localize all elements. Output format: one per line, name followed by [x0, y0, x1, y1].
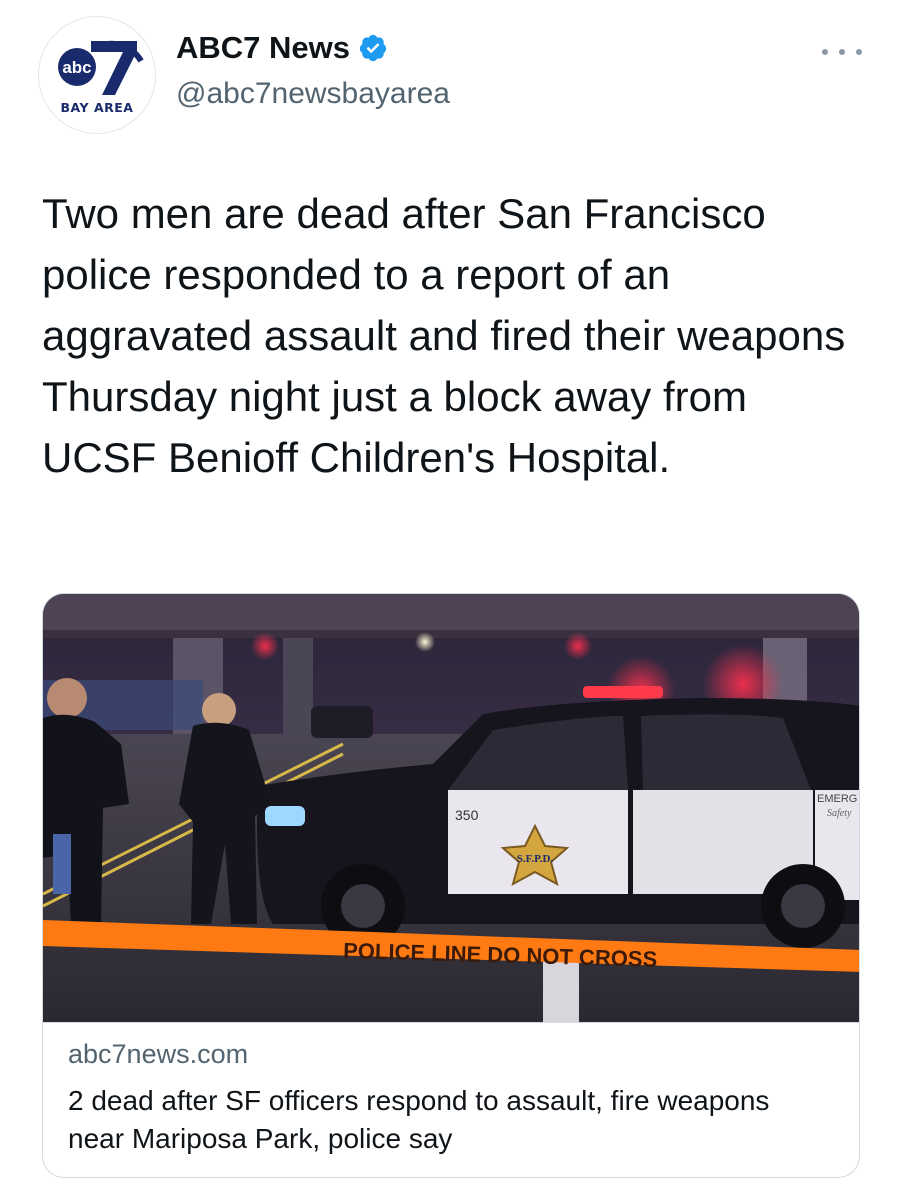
sfpd-badge-text: S.F.P.D. [517, 853, 554, 865]
dot [839, 49, 845, 55]
tweet-text: Two men are dead after San Francisco pol… [42, 190, 846, 481]
tweet: abc BAY AREA ABC7 News @abc7newsbayarea … [0, 0, 902, 1200]
car-door-text: EMERG [817, 793, 857, 805]
display-name[interactable]: ABC7 News [176, 30, 388, 66]
dot [822, 49, 828, 55]
more-options-icon[interactable] [822, 40, 862, 64]
profile-avatar[interactable]: abc BAY AREA [38, 16, 156, 134]
car-door-subtext: Safety [827, 808, 852, 819]
account-handle[interactable]: @abc7newsbayarea [176, 77, 450, 111]
abc7-logo-icon: abc [58, 40, 144, 95]
display-name-text[interactable]: ABC7 News [176, 30, 350, 66]
link-preview-card[interactable]: 350 S.F.P.D. EMERG Safety POLICE LINE DO… [42, 593, 860, 1178]
card-title: 2 dead after SF officers respond to assa… [68, 1085, 770, 1154]
dot [856, 49, 862, 55]
avatar-logo-text: abc [62, 58, 91, 77]
verified-badge-icon [359, 34, 387, 62]
avatar-caption: BAY AREA [60, 100, 134, 115]
car-number: 350 [455, 807, 479, 823]
card-divider [43, 1022, 859, 1023]
police-scene-image: 350 S.F.P.D. EMERG Safety POLICE LINE DO… [43, 594, 859, 1022]
card-domain: abc7news.com [68, 1039, 249, 1069]
